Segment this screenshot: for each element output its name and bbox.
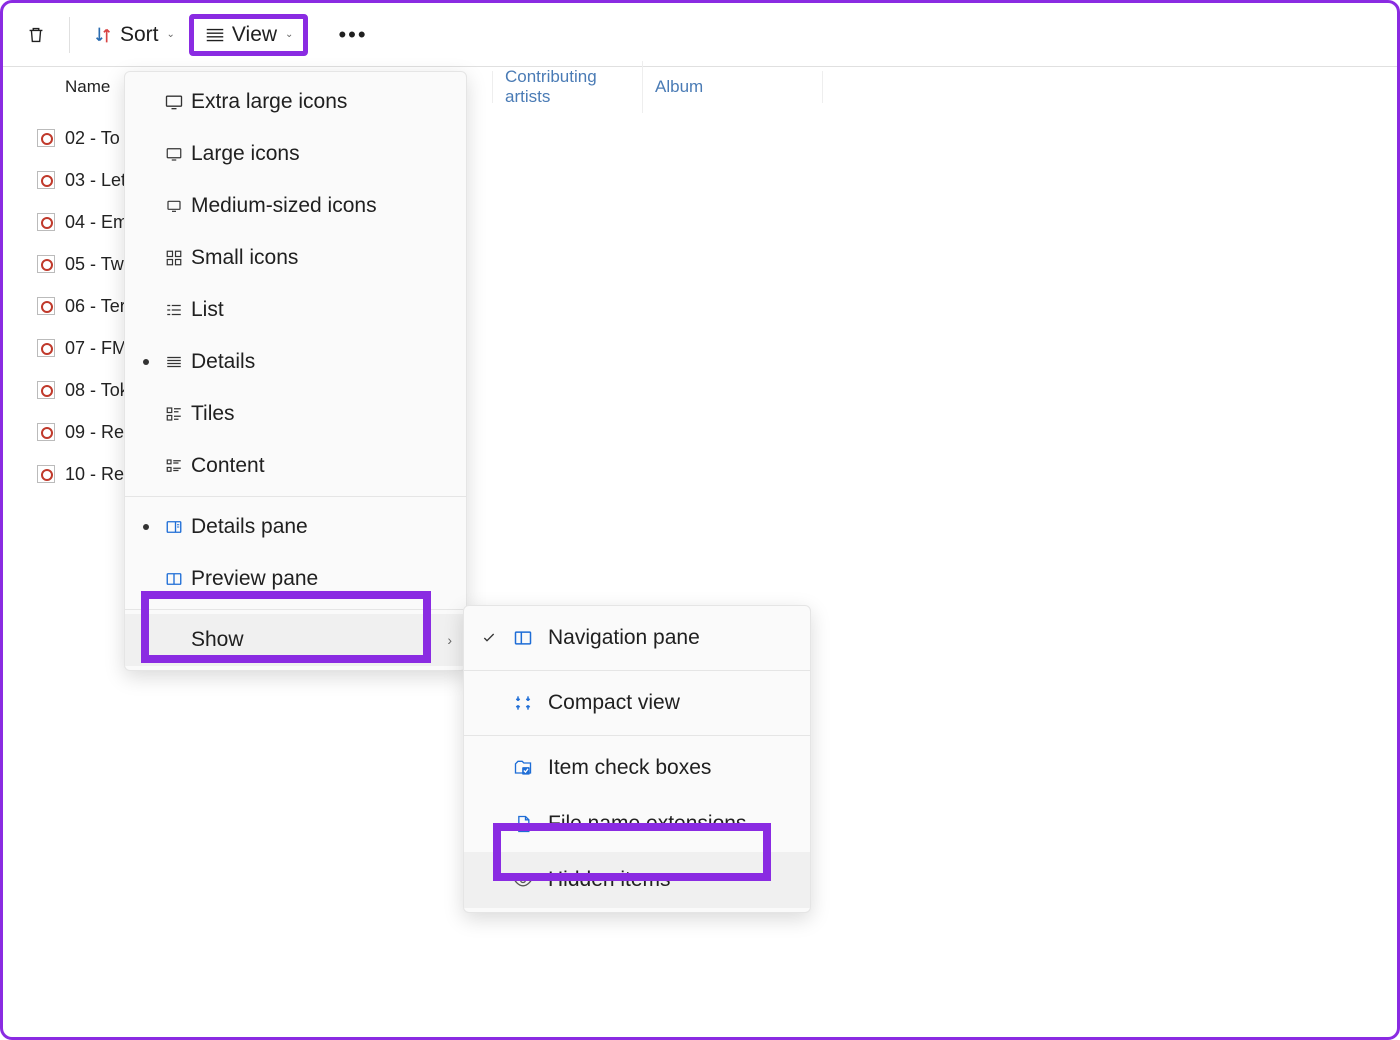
more-button[interactable]: ••• — [328, 16, 377, 54]
chevron-down-icon: ⌄ — [285, 29, 293, 40]
menu-label: Content — [191, 454, 265, 478]
file-name: 04 - Em — [65, 212, 128, 233]
submenu-label: Item check boxes — [548, 756, 711, 780]
view-button[interactable]: View ⌄ — [189, 14, 309, 56]
menu-label: Details pane — [191, 515, 308, 539]
submenu-label: Hidden items — [548, 868, 671, 892]
content-icon — [163, 455, 185, 477]
navigation-pane-icon — [512, 627, 534, 649]
menu-content[interactable]: Content — [125, 440, 466, 492]
menu-divider — [464, 735, 810, 736]
chevron-down-icon: ⌄ — [167, 29, 175, 40]
menu-label: Large icons — [191, 142, 300, 166]
list-icon — [163, 299, 185, 321]
trash-icon — [25, 24, 47, 46]
submenu-hidden-items[interactable]: Hidden items — [464, 852, 810, 908]
submenu-compact-view[interactable]: Compact view — [464, 675, 810, 731]
submenu-label: File name extensions — [548, 812, 746, 836]
audio-file-icon — [37, 381, 55, 399]
menu-preview-pane[interactable]: Preview pane — [125, 553, 466, 605]
compact-icon — [512, 692, 534, 714]
menu-details-pane[interactable]: Details pane — [125, 501, 466, 553]
menu-label: Medium-sized icons — [191, 194, 377, 218]
file-name: 02 - To — [65, 128, 120, 149]
menu-tiles[interactable]: Tiles — [125, 388, 466, 440]
submenu-item-check-boxes[interactable]: Item check boxes — [464, 740, 810, 796]
chevron-right-icon: › — [447, 632, 452, 648]
menu-details[interactable]: Details — [125, 336, 466, 388]
menu-label: Details — [191, 350, 255, 374]
monitor-icon — [163, 195, 185, 217]
menu-divider — [464, 670, 810, 671]
tiles-icon — [163, 403, 185, 425]
file-name: 03 - Let — [65, 170, 126, 191]
bullet-indicator — [143, 359, 149, 365]
column-contributing-artists[interactable]: Contributing artists — [493, 61, 643, 113]
menu-label: Small icons — [191, 246, 298, 270]
audio-file-icon — [37, 297, 55, 315]
ellipsis-icon: ••• — [338, 22, 367, 48]
menu-label: Preview pane — [191, 567, 318, 591]
file-name: 07 - FM — [65, 338, 127, 359]
submenu-file-name-extensions[interactable]: File name extensions — [464, 796, 810, 852]
monitor-icon — [163, 143, 185, 165]
menu-large-icons[interactable]: Large icons — [125, 128, 466, 180]
column-album[interactable]: Album — [643, 71, 823, 103]
file-extension-icon — [512, 813, 534, 835]
delete-button[interactable] — [15, 18, 57, 52]
audio-file-icon — [37, 129, 55, 147]
view-menu: Extra large icons Large icons Medium-siz… — [124, 71, 467, 671]
audio-file-icon — [37, 171, 55, 189]
lines-icon — [204, 24, 226, 46]
show-submenu: Navigation pane Compact view Item check … — [463, 605, 811, 913]
audio-file-icon — [37, 339, 55, 357]
bullet-indicator — [143, 524, 149, 530]
menu-small-icons[interactable]: Small icons — [125, 232, 466, 284]
menu-divider — [125, 496, 466, 497]
menu-extra-large-icons[interactable]: Extra large icons — [125, 76, 466, 128]
audio-file-icon — [37, 423, 55, 441]
separator — [69, 17, 70, 53]
audio-file-icon — [37, 465, 55, 483]
preview-pane-icon — [163, 568, 185, 590]
audio-file-icon — [37, 255, 55, 273]
check-icon — [480, 629, 498, 647]
toolbar: Sort ⌄ View ⌄ ••• — [3, 3, 1397, 67]
details-pane-icon — [163, 516, 185, 538]
submenu-label: Compact view — [548, 691, 680, 715]
file-name: 09 - Rev — [65, 422, 133, 443]
submenu-label: Navigation pane — [548, 626, 700, 650]
audio-file-icon — [37, 213, 55, 231]
file-name: 06 - Ter — [65, 296, 126, 317]
menu-show[interactable]: Show › — [125, 614, 466, 666]
menu-medium-icons[interactable]: Medium-sized icons — [125, 180, 466, 232]
sort-icon — [92, 24, 114, 46]
menu-divider — [125, 609, 466, 610]
submenu-navigation-pane[interactable]: Navigation pane — [464, 610, 810, 666]
monitor-icon — [163, 91, 185, 113]
sort-button[interactable]: Sort ⌄ — [82, 17, 185, 53]
view-label: View — [232, 23, 277, 47]
menu-label: Tiles — [191, 402, 235, 426]
grid-icon — [163, 247, 185, 269]
menu-label: Show — [191, 628, 244, 652]
eye-icon — [512, 869, 534, 891]
file-name: 10 - Rev — [65, 464, 133, 485]
file-name: 08 - Tok — [65, 380, 129, 401]
lines-icon — [163, 351, 185, 373]
menu-list[interactable]: List — [125, 284, 466, 336]
sort-label: Sort — [120, 23, 159, 47]
menu-label: Extra large icons — [191, 90, 347, 114]
menu-label: List — [191, 298, 224, 322]
checkbox-folder-icon — [512, 757, 534, 779]
